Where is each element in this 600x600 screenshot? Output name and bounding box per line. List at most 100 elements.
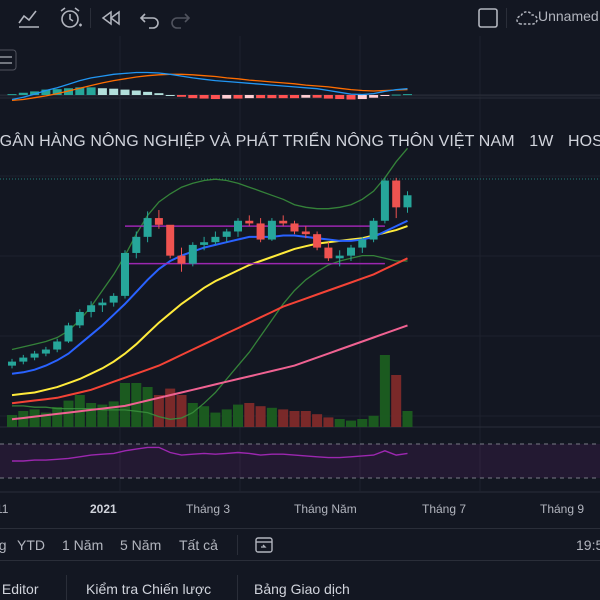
candle-body xyxy=(98,302,107,306)
volume-bar xyxy=(153,395,164,427)
candle-body xyxy=(53,341,62,350)
range-button-5y[interactable]: 5 Năm xyxy=(120,537,161,553)
range-bar: 1g YTD 1 Năm 5 Năm Tất cả 19:50 xyxy=(0,528,600,560)
candle-body xyxy=(234,220,242,232)
candle-body xyxy=(75,311,84,326)
symbol-legend[interactable]: NGÂN HÀNG NÔNG NGHIỆP VÀ PHÁT TRIỂN NÔNG… xyxy=(0,133,600,151)
macd-histogram-bar xyxy=(165,95,175,96)
bottom-panel: Pine Editor Kiểm tra Chiến lược Bảng Gia… xyxy=(0,560,600,600)
candle-body xyxy=(19,357,28,362)
candle-body xyxy=(109,295,118,303)
candle-body xyxy=(256,223,265,240)
macd-histogram-bar xyxy=(177,95,186,97)
volume-bar xyxy=(334,419,345,427)
pane-settings-icon xyxy=(0,49,17,71)
candle-body xyxy=(392,180,401,208)
volume-bar xyxy=(255,406,266,427)
time-axis-label: 11 xyxy=(0,502,9,516)
tab-pine-editor[interactable]: Pine Editor xyxy=(0,581,38,597)
range-button-1y[interactable]: 1 Năm xyxy=(62,537,103,553)
volume-bar xyxy=(266,407,277,427)
macd-histogram-bar xyxy=(120,89,130,95)
indicators-icon[interactable] xyxy=(16,5,42,31)
macd-histogram-bar xyxy=(278,95,288,99)
volume-bar xyxy=(402,411,413,427)
candle-body xyxy=(222,231,231,237)
range-button-all[interactable]: Tất cả xyxy=(179,537,218,553)
price-pane xyxy=(7,147,413,427)
macd-histogram-bar xyxy=(233,95,243,99)
replay-icon[interactable] xyxy=(99,5,125,31)
candle-body xyxy=(358,239,367,248)
volume-bar xyxy=(312,414,323,427)
cloud-icon[interactable] xyxy=(514,5,540,31)
candle-body xyxy=(143,218,152,237)
time-axis-label: Tháng Năm xyxy=(294,502,357,516)
candle-body xyxy=(64,325,73,342)
tab-trading-panel[interactable]: Bảng Giao dịch xyxy=(254,581,350,597)
macd-histogram-bar xyxy=(346,95,356,100)
macd-histogram-bar xyxy=(290,95,299,99)
candle-body xyxy=(200,242,209,245)
chart-area[interactable]: NGÂN HÀNG NÔNG NGHIỆP VÀ PHÁT TRIỂN NÔNG… xyxy=(0,36,600,528)
layout-name[interactable]: Unnamed xyxy=(538,8,599,24)
candle-body xyxy=(313,234,322,248)
volume-bar xyxy=(278,409,289,427)
candle-body xyxy=(324,247,333,259)
candle-body xyxy=(121,252,129,296)
macd-histogram-bar xyxy=(256,95,266,99)
macd-histogram-bar xyxy=(131,90,141,95)
macd-histogram-bar xyxy=(199,95,209,99)
rsi-pane xyxy=(0,443,600,479)
ma-fast-line xyxy=(11,219,408,375)
layout-square-icon[interactable] xyxy=(475,5,501,31)
date-range-icon[interactable] xyxy=(254,535,276,555)
candle-body xyxy=(132,236,141,253)
volume-bar xyxy=(176,395,187,427)
macd-histogram-bar xyxy=(380,95,390,96)
undo-icon[interactable] xyxy=(137,5,163,31)
macd-histogram-bar xyxy=(391,94,401,96)
macd-histogram-bar xyxy=(18,92,28,95)
candle-body xyxy=(347,247,355,256)
candle-body xyxy=(279,220,288,224)
macd-histogram-bar xyxy=(210,95,220,100)
volume-bar xyxy=(86,403,97,427)
macd-histogram-bar xyxy=(222,95,232,99)
candle-body xyxy=(166,224,175,256)
volume-bar xyxy=(379,355,390,427)
redo-icon[interactable] xyxy=(167,5,193,31)
macd-histogram-bar xyxy=(143,91,153,95)
candle-body xyxy=(41,349,50,354)
candle-body xyxy=(177,255,186,264)
candle-body xyxy=(245,220,254,224)
toolbar-separator xyxy=(506,8,507,28)
volume-bar xyxy=(300,411,311,427)
candle-body xyxy=(154,218,163,225)
macd-histogram-bar xyxy=(244,95,254,99)
volume-bar xyxy=(357,419,368,427)
range-button-1d[interactable]: 1g xyxy=(0,537,7,553)
volume-bar xyxy=(7,415,17,427)
chart-canvas[interactable] xyxy=(0,36,600,528)
volume-bar xyxy=(187,403,198,427)
macd-histogram-bar xyxy=(369,95,379,98)
volume-bar xyxy=(244,403,255,427)
volume-bar xyxy=(233,404,243,427)
volume-bar xyxy=(108,401,119,427)
macd-histogram-bar xyxy=(312,95,322,98)
macd-histogram-bar xyxy=(109,88,119,95)
volume-bar xyxy=(323,417,334,427)
candle-body xyxy=(8,361,16,366)
range-button-ytd[interactable]: YTD xyxy=(17,537,45,553)
clock[interactable]: 19:50 xyxy=(576,537,600,553)
candle-body xyxy=(290,223,299,232)
macd-histogram-bar xyxy=(154,93,164,95)
macd-histogram-bar xyxy=(86,87,96,95)
macd-histogram-bar xyxy=(323,95,333,99)
tab-strategy-tester[interactable]: Kiểm tra Chiến lược xyxy=(86,581,211,597)
alert-icon[interactable] xyxy=(57,5,83,31)
symbol-exchange: HOSE xyxy=(567,133,600,150)
tab-separator xyxy=(66,575,67,600)
volume-bar xyxy=(289,411,300,427)
